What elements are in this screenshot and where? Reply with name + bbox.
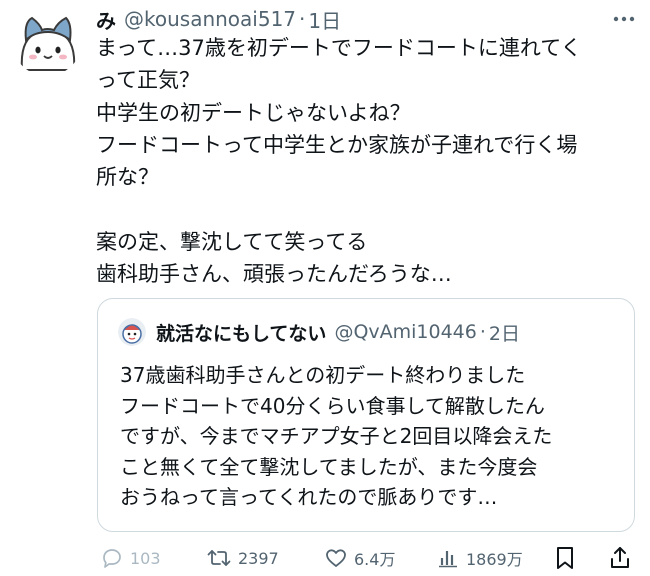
quoted-author-avatar <box>118 318 146 346</box>
bookmark-button[interactable] <box>554 542 576 574</box>
tweet-text-line: って正気？ <box>96 68 200 93</box>
tweet-text-line: 歯科助手さん、頑張ったんだろうな… <box>96 262 452 287</box>
quoted-text-line: こと無くて全て撃沈してましたが、また今度会 <box>120 454 538 479</box>
tweet-text-line: 中学生の初デートじゃないよね？ <box>96 100 411 125</box>
author-name[interactable]: み <box>96 5 116 34</box>
share-button[interactable] <box>608 542 632 574</box>
views-icon <box>439 551 457 568</box>
retweet-button[interactable]: 2397 <box>206 542 279 574</box>
author-handle[interactable]: @kousannoai517 <box>124 7 296 31</box>
separator-dot: · <box>479 321 486 343</box>
views-button[interactable]: 1869万 <box>436 542 523 574</box>
bookmark-icon <box>557 547 573 569</box>
tweet-text-line: 案の定、撃沈してて笑ってる <box>96 229 368 254</box>
more-button[interactable] <box>612 8 636 30</box>
tweet-time[interactable]: 1日 <box>308 5 341 34</box>
retweet-icon <box>207 550 231 566</box>
heart-icon <box>326 549 346 567</box>
like-button[interactable]: 6.4万 <box>324 542 395 574</box>
tweet-action-bar: 103 2397 6.4万 1869万 <box>96 542 636 574</box>
quoted-text-line: フードコートで40分くらい食事して解散したん <box>120 393 545 418</box>
like-count: 6.4万 <box>354 550 396 569</box>
quoted-text-line: ですが、今までマチアプ女子と2回目以降会えた <box>120 424 553 448</box>
more-icon <box>613 16 635 22</box>
share-icon <box>611 547 629 568</box>
cat-avatar-icon <box>12 6 82 76</box>
quoted-text-line: おうねって言ってくれたので脈ありです… <box>120 485 498 509</box>
quoted-tweet-header: 就活なにもしてない @QvAmi10446 · 2日 <box>118 317 520 347</box>
quoted-avatar-icon <box>118 318 146 346</box>
quoted-author-name: 就活なにもしてない <box>156 322 327 345</box>
author-avatar[interactable] <box>12 6 82 76</box>
tweet-text-line: まって…37歳を初デートでフードコートに連れてく <box>96 36 582 60</box>
tweet-text-line: フードコートって中学生とか家族が子連れで行く場 <box>96 132 578 157</box>
retweet-count: 2397 <box>238 548 279 568</box>
reply-button[interactable]: 103 <box>100 542 161 574</box>
quoted-author-handle: @QvAmi10446 <box>334 321 477 343</box>
reply-count: 103 <box>130 548 161 568</box>
tweet-header: み @kousannoai517 · 1日 <box>96 4 341 34</box>
view-count: 1869万 <box>466 550 523 569</box>
separator-dot: · <box>299 7 306 31</box>
tweet-text-line: 所な？ <box>96 165 159 190</box>
reply-icon <box>103 549 121 568</box>
quoted-text-line: 37歳歯科助手さんとの初デート終わりました <box>120 363 526 387</box>
tweet-text: まって…37歳を初デートでフードコートに連れてく って正気？ 中学生の初デートじ… <box>96 32 636 290</box>
quoted-tweet-card[interactable]: 就活なにもしてない @QvAmi10446 · 2日 37歳歯科助手さんとの初デ… <box>97 298 635 532</box>
quoted-tweet-time: 2日 <box>488 322 521 345</box>
quoted-tweet-text: 37歳歯科助手さんとの初デート終わりました フードコートで40分くらい食事して解… <box>120 360 620 513</box>
